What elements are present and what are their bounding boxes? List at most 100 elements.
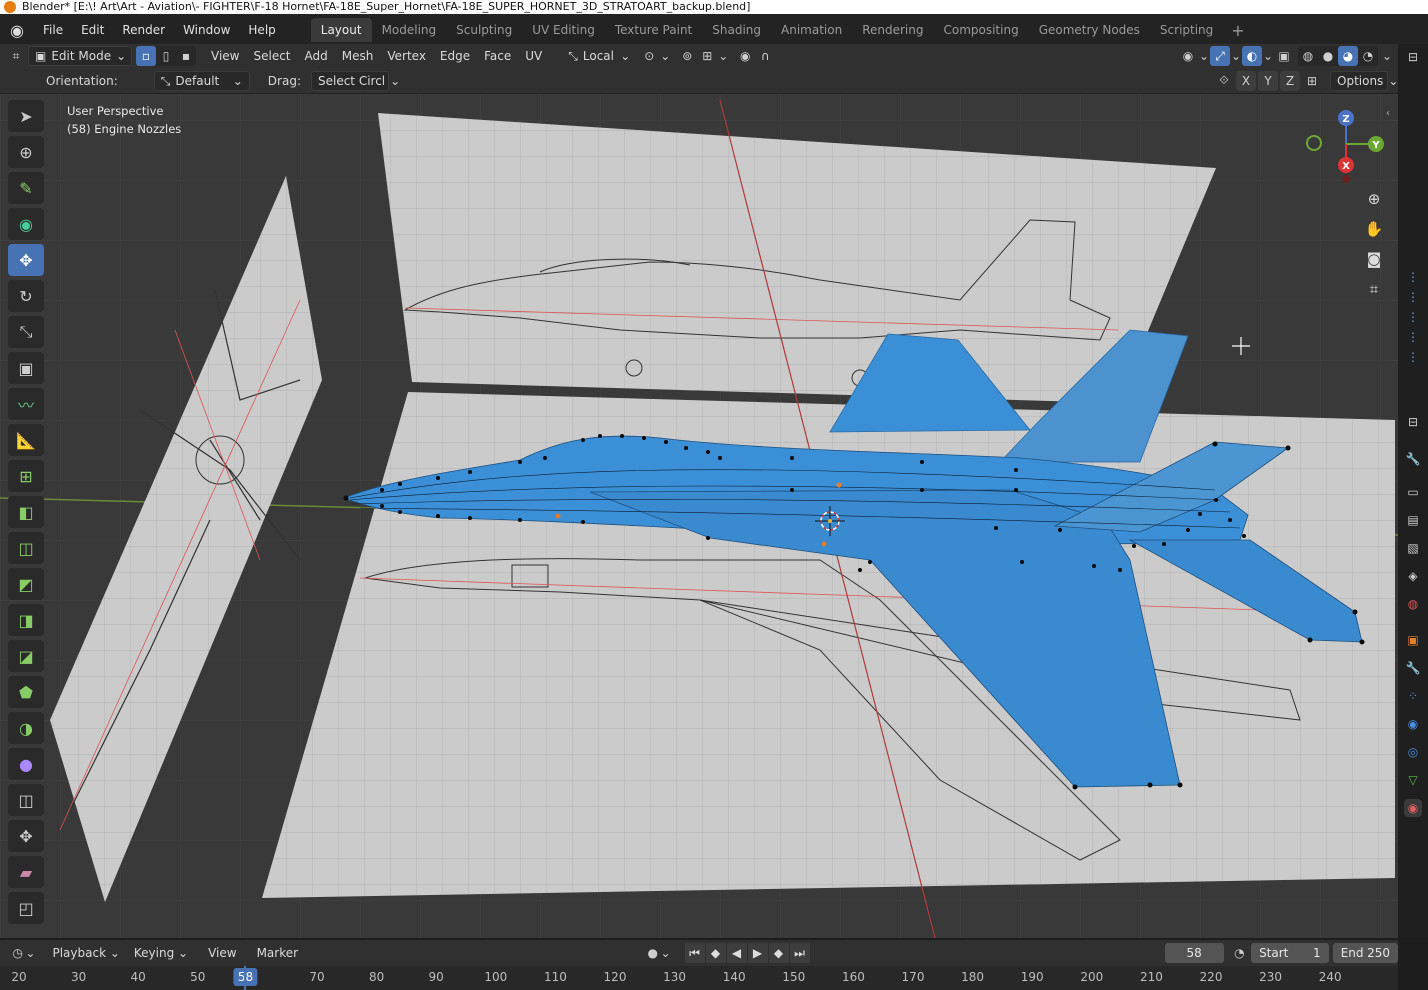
tab-modeling[interactable]: Modeling [372, 18, 447, 42]
wireframe-shading-icon[interactable]: ◍ [1298, 46, 1318, 66]
navigation-gizmo[interactable]: Z Y X [1300, 104, 1390, 184]
shrink-fatten-tool-icon[interactable]: ✥ [8, 820, 44, 852]
vertex-select-icon[interactable]: ▫ [136, 46, 156, 66]
transform-orientation-dropdown[interactable]: ⤡ Local ⌄ [561, 46, 638, 66]
add-cube-tool-icon[interactable]: ⊞ [8, 460, 44, 492]
menu-timeline-view[interactable]: View [201, 943, 243, 963]
physics-properties-icon[interactable]: ◉ [1404, 715, 1422, 733]
ortho-toggle-icon[interactable]: ⌗ [1362, 277, 1386, 301]
bevel-tool-icon[interactable]: ◩ [8, 568, 44, 600]
tab-texture-paint[interactable]: Texture Paint [605, 18, 702, 42]
record-keyframe-icon[interactable]: ● [645, 943, 660, 963]
annotate-active-tool-icon[interactable]: ✎ [8, 172, 44, 204]
auto-merge-icon[interactable]: ⊞ [1302, 71, 1322, 91]
shear-tool-icon[interactable]: ▰ [8, 856, 44, 888]
material-shading-icon[interactable]: ◕ [1338, 46, 1358, 66]
solid-shading-icon[interactable]: ● [1318, 46, 1338, 66]
falloff-icon[interactable]: ∩ [755, 46, 775, 66]
rotate-tool-icon[interactable]: ↻ [8, 280, 44, 312]
poly-build-tool-icon[interactable]: ⬟ [8, 676, 44, 708]
gizmo-neg-y-axis[interactable] [1306, 135, 1322, 151]
pan-hand-icon[interactable]: ✋ [1362, 217, 1386, 241]
menu-keying[interactable]: Keying ⌄ [127, 943, 195, 963]
scale-tool-icon[interactable]: ⤡ [8, 316, 44, 348]
tab-uv-editing[interactable]: UV Editing [522, 18, 605, 42]
menu-playback[interactable]: Playback ⌄ [45, 943, 126, 963]
playhead-line[interactable] [244, 966, 247, 990]
gizmo-neg-x-axis[interactable] [1342, 175, 1350, 183]
scene-properties-icon[interactable]: ◈ [1404, 567, 1422, 585]
chevron-down-icon[interactable]: ⌄ [717, 46, 729, 66]
blender-menu-icon[interactable]: ◉ [0, 14, 34, 46]
camera-view-icon[interactable]: ◙ [1362, 247, 1386, 271]
proportional-edit-icon[interactable]: ◉ [735, 46, 755, 66]
visibility-eye-icon[interactable]: ◉ [1178, 46, 1198, 66]
menu-uv[interactable]: UV [518, 46, 549, 66]
tab-compositing[interactable]: Compositing [933, 18, 1028, 42]
prev-keyframe-icon[interactable]: ◆ [705, 943, 726, 963]
rip-tool-icon[interactable]: ◰ [8, 892, 44, 924]
collection-icon-4[interactable]: ⋮ [1404, 328, 1422, 346]
smooth-tool-icon[interactable]: ● [8, 748, 44, 780]
output-properties-icon[interactable]: ▤ [1404, 511, 1422, 529]
tweak-select-tool-icon[interactable]: ➤ [8, 100, 44, 132]
cursor-tool-icon[interactable]: ⊕ [8, 136, 44, 168]
timeline-ruler[interactable]: 2030405058708090100110120130140150160170… [0, 966, 1398, 990]
editor-type-icon[interactable]: ⌗ [6, 46, 26, 66]
particles-properties-icon[interactable]: ⁘ [1404, 687, 1422, 705]
menu-render[interactable]: Render [113, 19, 174, 41]
knife-tool-icon[interactable]: ◪ [8, 640, 44, 672]
snap-toggle-icon[interactable]: ⊚ [677, 46, 697, 66]
menu-edit[interactable]: Edit [72, 19, 113, 41]
snap-target-icon[interactable]: ⊞ [697, 46, 717, 66]
pivot-point-icon[interactable]: ⊙ [639, 46, 659, 66]
render-properties-icon[interactable]: ▭ [1404, 483, 1422, 501]
menu-select[interactable]: Select [246, 46, 297, 66]
chevron-down-icon[interactable]: ⌄ [659, 46, 671, 66]
options-dropdown[interactable]: Options ⌄ [1330, 70, 1398, 91]
axis-z-toggle[interactable]: Z [1280, 70, 1300, 91]
zoom-icon[interactable]: ⊕ [1362, 187, 1386, 211]
3d-viewport[interactable]: User Perspective (58) Engine Nozzles Z Y… [0, 94, 1398, 938]
object-properties-icon[interactable]: ▣ [1404, 631, 1422, 649]
menu-edge[interactable]: Edge [433, 46, 477, 66]
chevron-down-icon[interactable]: ⌄ [1262, 46, 1274, 66]
tab-sculpting[interactable]: Sculpting [446, 18, 522, 42]
tab-rendering[interactable]: Rendering [852, 18, 933, 42]
annotate-tool-icon[interactable]: 〰 [8, 388, 44, 420]
collection-icon-1[interactable]: ⋮ [1404, 268, 1422, 286]
timeline-editor-icon[interactable]: ◷ [10, 943, 25, 963]
edge-slide-tool-icon[interactable]: ◫ [8, 784, 44, 816]
clock-icon[interactable]: ◔ [1232, 943, 1247, 963]
menu-window[interactable]: Window [174, 19, 239, 41]
tab-layout[interactable]: Layout [310, 18, 372, 42]
camera-active-tool-icon[interactable]: ◉ [8, 208, 44, 240]
material-properties-icon[interactable]: ◉ [1404, 799, 1422, 817]
chevron-down-icon[interactable]: ⌄ [25, 943, 35, 963]
collapse-arrow-icon[interactable]: ‹ [1386, 108, 1390, 119]
rendered-shading-icon[interactable]: ◔ [1358, 46, 1378, 66]
chevron-down-icon[interactable]: ⌄ [1230, 46, 1242, 66]
menu-help[interactable]: Help [239, 19, 284, 41]
outliner-toggle-icon[interactable]: ⊟ [1404, 48, 1422, 66]
menu-mesh[interactable]: Mesh [335, 46, 381, 66]
collection-icon-3[interactable]: ⋮ [1404, 308, 1422, 326]
properties-toggle-icon[interactable]: ⊟ [1404, 413, 1422, 431]
chevron-down-icon[interactable]: ⌄ [660, 943, 670, 963]
measure-tool-icon[interactable]: 📐 [8, 424, 44, 456]
constraints-properties-icon[interactable]: ◎ [1404, 743, 1422, 761]
orientation-dropdown[interactable]: ⤡ Default ⌄ [153, 70, 250, 91]
menu-file[interactable]: File [34, 19, 72, 41]
tab-scripting[interactable]: Scripting [1150, 18, 1223, 42]
modifier-properties-icon[interactable]: 🔧 [1404, 659, 1422, 677]
mode-dropdown[interactable]: ▣ Edit Mode ⌄ [28, 46, 132, 66]
tool-properties-icon[interactable]: 🔧 [1404, 450, 1422, 468]
tab-shading[interactable]: Shading [702, 18, 771, 42]
inset-tool-icon[interactable]: ◫ [8, 532, 44, 564]
end-frame-field[interactable]: End 250 [1332, 943, 1398, 963]
data-properties-icon[interactable]: ▽ [1404, 771, 1422, 789]
spin-tool-icon[interactable]: ◑ [8, 712, 44, 744]
drag-dropdown[interactable]: Select Circl ⌄ [310, 70, 400, 91]
view-layer-properties-icon[interactable]: ▧ [1404, 539, 1422, 557]
chevron-down-icon[interactable]: ⌄ [1198, 46, 1210, 66]
